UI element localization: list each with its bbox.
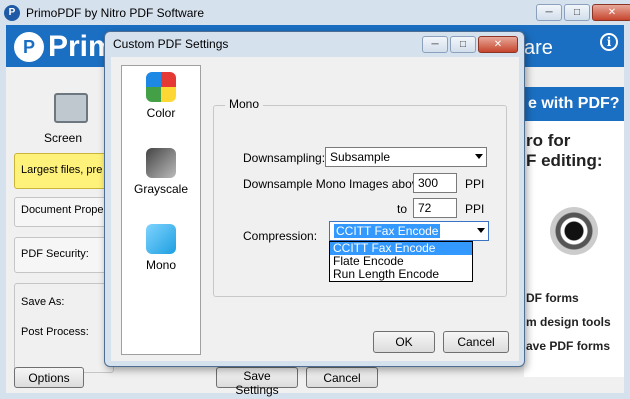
document-properties-label: Document Prope	[21, 204, 104, 216]
advert-panel[interactable]: e with PDF? ro for F editing: DF forms m…	[524, 87, 624, 377]
dialog-maximize-icon[interactable]: □	[450, 36, 476, 53]
main-title: PrimoPDF by Nitro PDF Software	[26, 5, 205, 20]
compression-value: CCITT Fax Encode	[334, 224, 441, 238]
ad-feature-3: ave PDF forms	[526, 339, 611, 353]
monitor-icon	[54, 93, 88, 123]
compression-select[interactable]: CCITT Fax Encode	[329, 221, 489, 241]
main-cancel-button[interactable]: Cancel	[306, 367, 378, 388]
minimize-icon[interactable]: ─	[536, 4, 562, 21]
dialog-window-controls: ─ □ ✕	[422, 36, 518, 53]
dialog-body: Color Grayscale Mono Mono Downsampling: …	[111, 57, 519, 361]
dialog-close-icon[interactable]: ✕	[478, 36, 518, 53]
category-color-label: Color	[146, 106, 176, 120]
pdf-security-label: PDF Security:	[21, 248, 89, 260]
dialog-cancel-button[interactable]: Cancel	[443, 331, 509, 353]
save-as-label: Save As:	[21, 296, 65, 308]
category-color[interactable]: Color	[122, 72, 200, 120]
mono-dropper-icon	[146, 224, 176, 254]
post-process-label: Post Process:	[21, 326, 89, 338]
ad-feature-2: m design tools	[526, 315, 611, 329]
compression-label: Compression:	[243, 229, 318, 243]
screen-option[interactable]: Screen	[14, 87, 114, 147]
disc-graphic	[550, 207, 598, 255]
options-button[interactable]: Options	[14, 367, 84, 388]
close-icon[interactable]: ✕	[592, 4, 630, 21]
ad-line1: ro for	[526, 131, 571, 150]
category-grayscale-label: Grayscale	[133, 182, 189, 196]
pdf-security-button[interactable]: PDF Security:	[14, 237, 114, 273]
downsampling-select[interactable]: Subsample	[325, 147, 487, 167]
ad-feature-1: DF forms	[526, 291, 579, 305]
ad-headline: e with PDF?	[524, 87, 624, 121]
save-settings-button[interactable]: Save Settings	[216, 367, 298, 397]
info-icon[interactable]: i	[600, 33, 618, 51]
category-grayscale[interactable]: Grayscale	[122, 148, 200, 196]
maximize-icon[interactable]: □	[564, 4, 590, 21]
profile-text: Largest files, pre	[21, 164, 103, 176]
compression-dropdown-list: CCITT Fax Encode Flate Encode Run Length…	[329, 241, 473, 282]
main-window-controls: ─ □ ✕	[536, 4, 630, 21]
ppi-label-2: PPI	[465, 202, 485, 216]
downsample-above-label: Downsample Mono Images above	[243, 177, 425, 191]
ppi-label-1: PPI	[465, 177, 485, 191]
downsample-above-input[interactable]: 300	[413, 173, 457, 193]
to-label: to	[397, 202, 408, 216]
category-mono-label: Mono	[145, 258, 177, 272]
ad-line2: F editing:	[526, 151, 603, 170]
document-properties-button[interactable]: Document Prope	[14, 197, 114, 227]
mono-group-label: Mono	[225, 97, 264, 111]
compression-option[interactable]: Run Length Encode	[330, 268, 472, 281]
left-panel: Screen Largest files, pre Document Prope…	[14, 87, 114, 377]
downsampling-label: Downsampling:	[243, 151, 326, 165]
downsample-to-input[interactable]: 72	[413, 198, 457, 218]
grayscale-dropper-icon	[146, 148, 176, 178]
category-list: Color Grayscale Mono	[121, 65, 201, 355]
logo-icon: P	[14, 32, 44, 62]
app-icon: P	[4, 4, 20, 21]
ok-button[interactable]: OK	[373, 331, 435, 353]
banner-tail: are	[524, 37, 553, 59]
screen-label: Screen	[44, 131, 83, 145]
profile-description[interactable]: Largest files, pre	[14, 153, 114, 189]
color-dropper-icon	[146, 72, 176, 102]
downsampling-value: Subsample	[330, 150, 391, 164]
custom-pdf-settings-dialog: Custom PDF Settings ─ □ ✕ Color Grayscal…	[104, 31, 525, 367]
category-mono[interactable]: Mono	[122, 224, 200, 272]
output-options: Save As: Post Process:	[14, 283, 114, 373]
compression-arrow-icon	[477, 228, 485, 233]
dropdown-arrow-icon	[475, 154, 483, 159]
dialog-minimize-icon[interactable]: ─	[422, 36, 448, 53]
